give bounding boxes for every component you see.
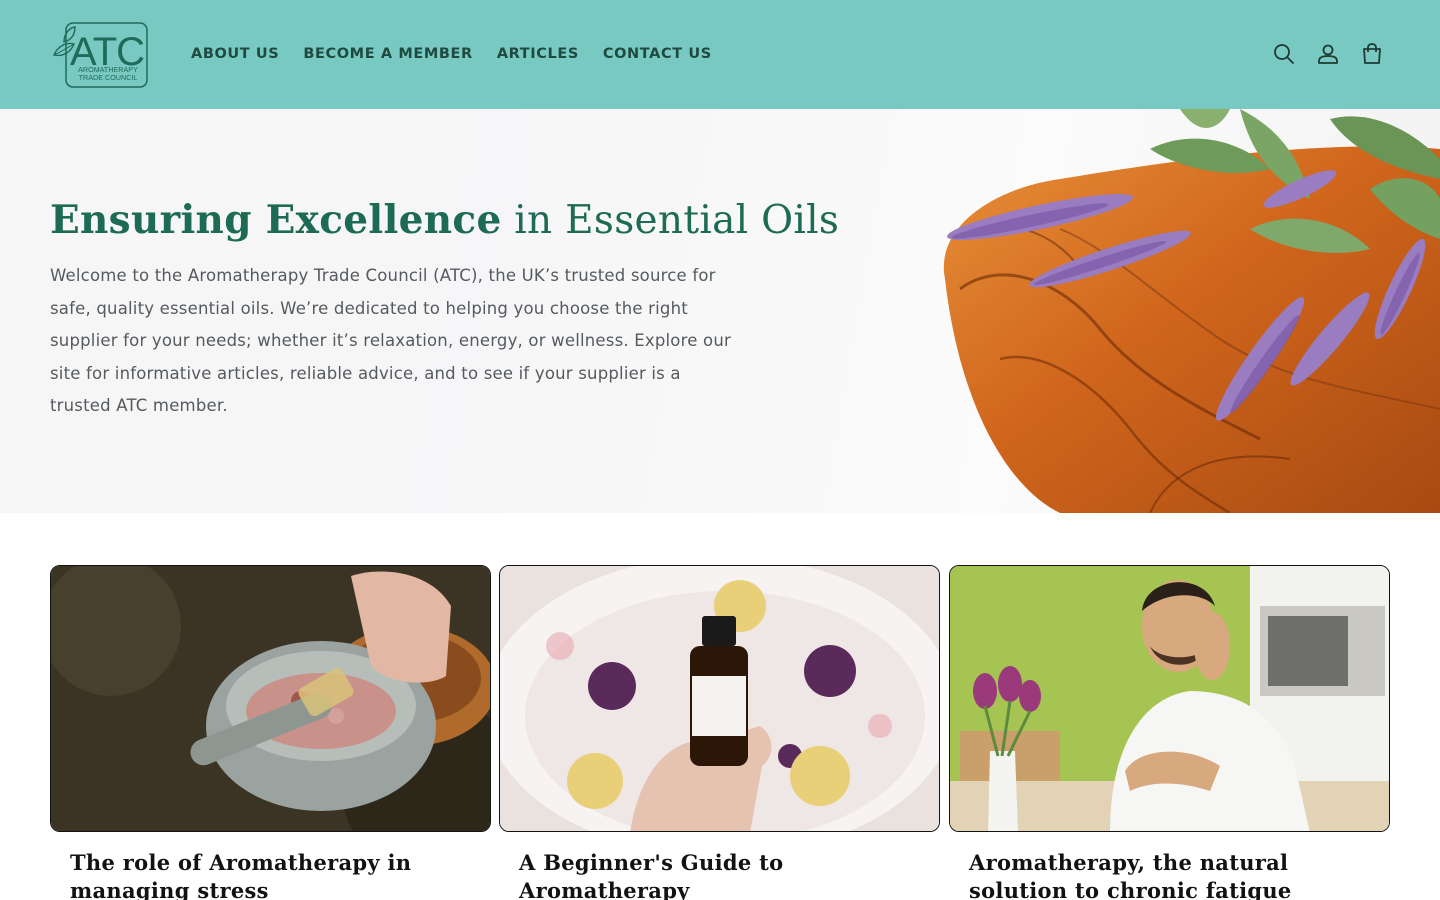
site-header: ATC AROMATHERAPY TRADE COUNCIL ABOUT US … bbox=[0, 0, 1440, 109]
search-icon[interactable] bbox=[1270, 40, 1298, 68]
article-image-mortar[interactable] bbox=[50, 565, 491, 832]
hero-description: Welcome to the Aromatherapy Trade Counci… bbox=[50, 266, 731, 415]
cart-icon[interactable] bbox=[1358, 40, 1386, 68]
hero-banner: Ensuring Excellence in Essential Oils We… bbox=[0, 109, 1440, 513]
account-icon[interactable] bbox=[1314, 40, 1342, 68]
main-nav: ABOUT US BECOME A MEMBER ARTICLES CONTAC… bbox=[179, 42, 724, 66]
hero-title-strong: Ensuring Excellence bbox=[50, 197, 502, 243]
article-card-stress[interactable]: The role of Aromatherapy in managing str… bbox=[50, 565, 491, 900]
article-title[interactable]: Aromatherapy, the natural solution to ch… bbox=[969, 849, 1369, 900]
article-card-beginners-guide[interactable]: A Beginner's Guide to Aromatherapy bbox=[499, 565, 940, 900]
leaf-icon: ATC AROMATHERAPY TRADE COUNCIL bbox=[53, 22, 148, 88]
nav-become-a-member[interactable]: BECOME A MEMBER bbox=[291, 42, 484, 66]
article-title[interactable]: The role of Aromatherapy in managing str… bbox=[70, 849, 470, 900]
nav-contact-us[interactable]: CONTACT US bbox=[591, 42, 724, 66]
article-card-chronic-fatigue[interactable]: Aromatherapy, the natural solution to ch… bbox=[949, 565, 1390, 900]
nav-articles[interactable]: ARTICLES bbox=[485, 42, 591, 66]
nav-about-us[interactable]: ABOUT US bbox=[179, 42, 291, 66]
svg-text:TRADE COUNCIL: TRADE COUNCIL bbox=[79, 73, 138, 82]
hero-title: Ensuring Excellence in Essential Oils bbox=[50, 197, 839, 243]
hero-title-rest: in Essential Oils bbox=[501, 198, 840, 243]
article-image-bottle[interactable] bbox=[499, 565, 940, 832]
atc-logo[interactable]: ATC AROMATHERAPY TRADE COUNCIL bbox=[52, 22, 149, 89]
article-title[interactable]: A Beginner's Guide to Aromatherapy bbox=[519, 849, 919, 900]
article-image-tired-man[interactable] bbox=[949, 565, 1390, 832]
